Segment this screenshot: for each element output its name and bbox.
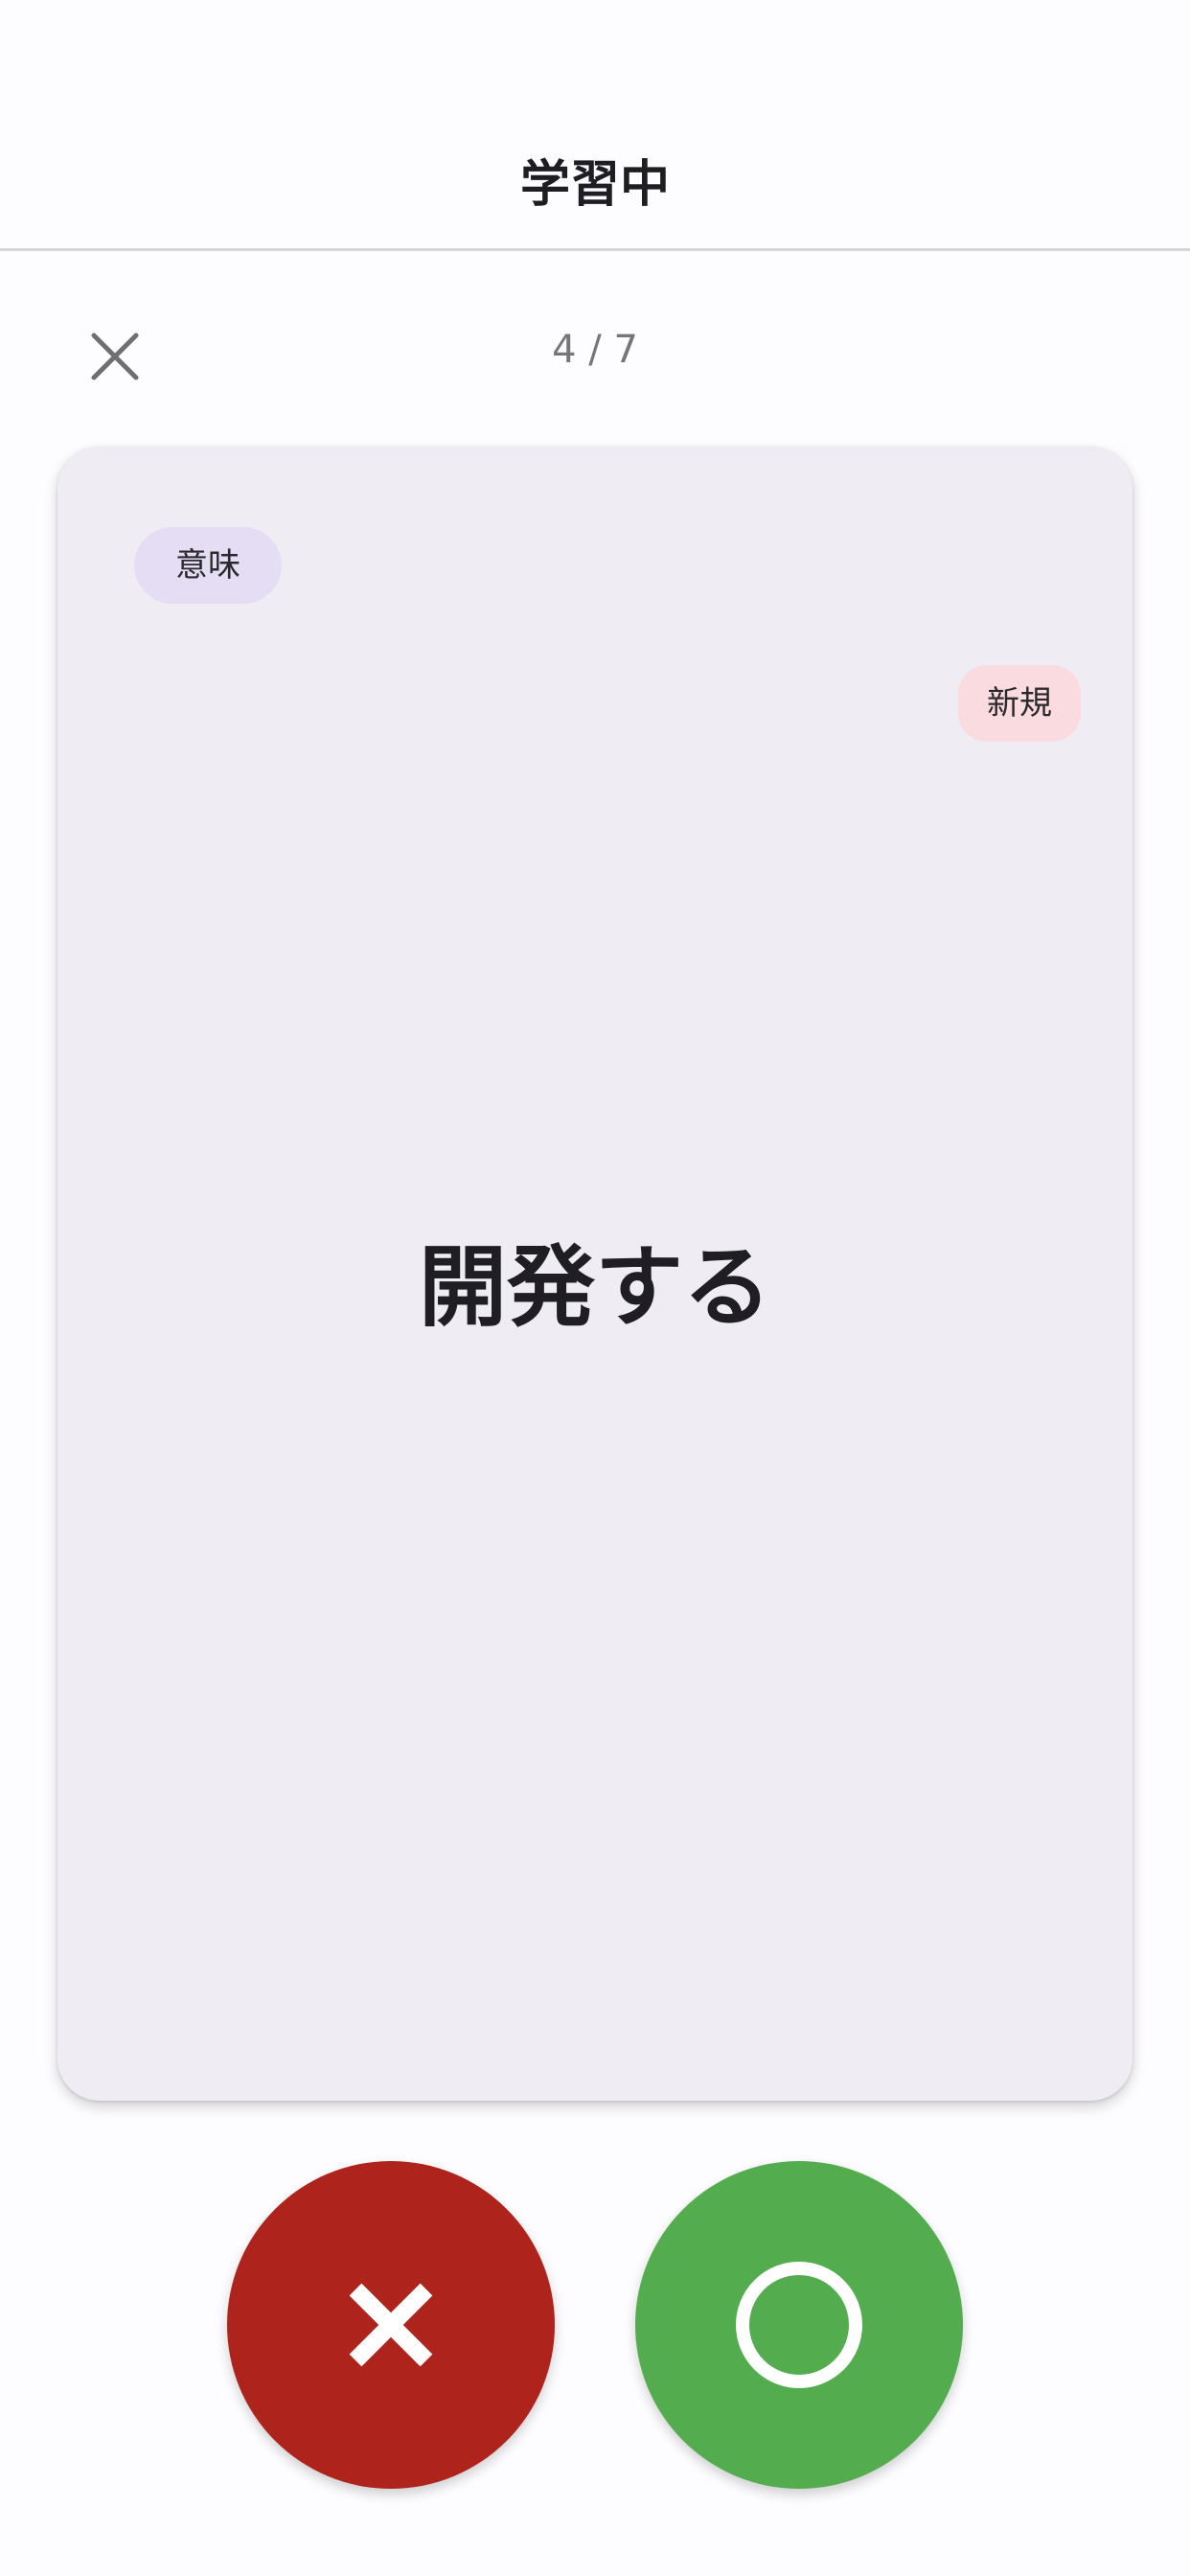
card-term: 開発する <box>418 1236 771 1339</box>
flashcard[interactable]: 意味 新規 開発する <box>57 447 1133 2101</box>
progress-counter: 4 / 7 <box>552 328 638 372</box>
app-header: 学習中 <box>0 0 1190 251</box>
wrong-answer-button[interactable] <box>227 2161 555 2489</box>
circle-icon <box>736 2262 862 2388</box>
cross-icon <box>349 2283 433 2367</box>
card-status-chip: 新規 <box>958 665 1081 742</box>
page-title: 学習中 <box>519 156 670 214</box>
correct-answer-button[interactable] <box>635 2161 963 2489</box>
card-type-chip: 意味 <box>134 527 282 604</box>
